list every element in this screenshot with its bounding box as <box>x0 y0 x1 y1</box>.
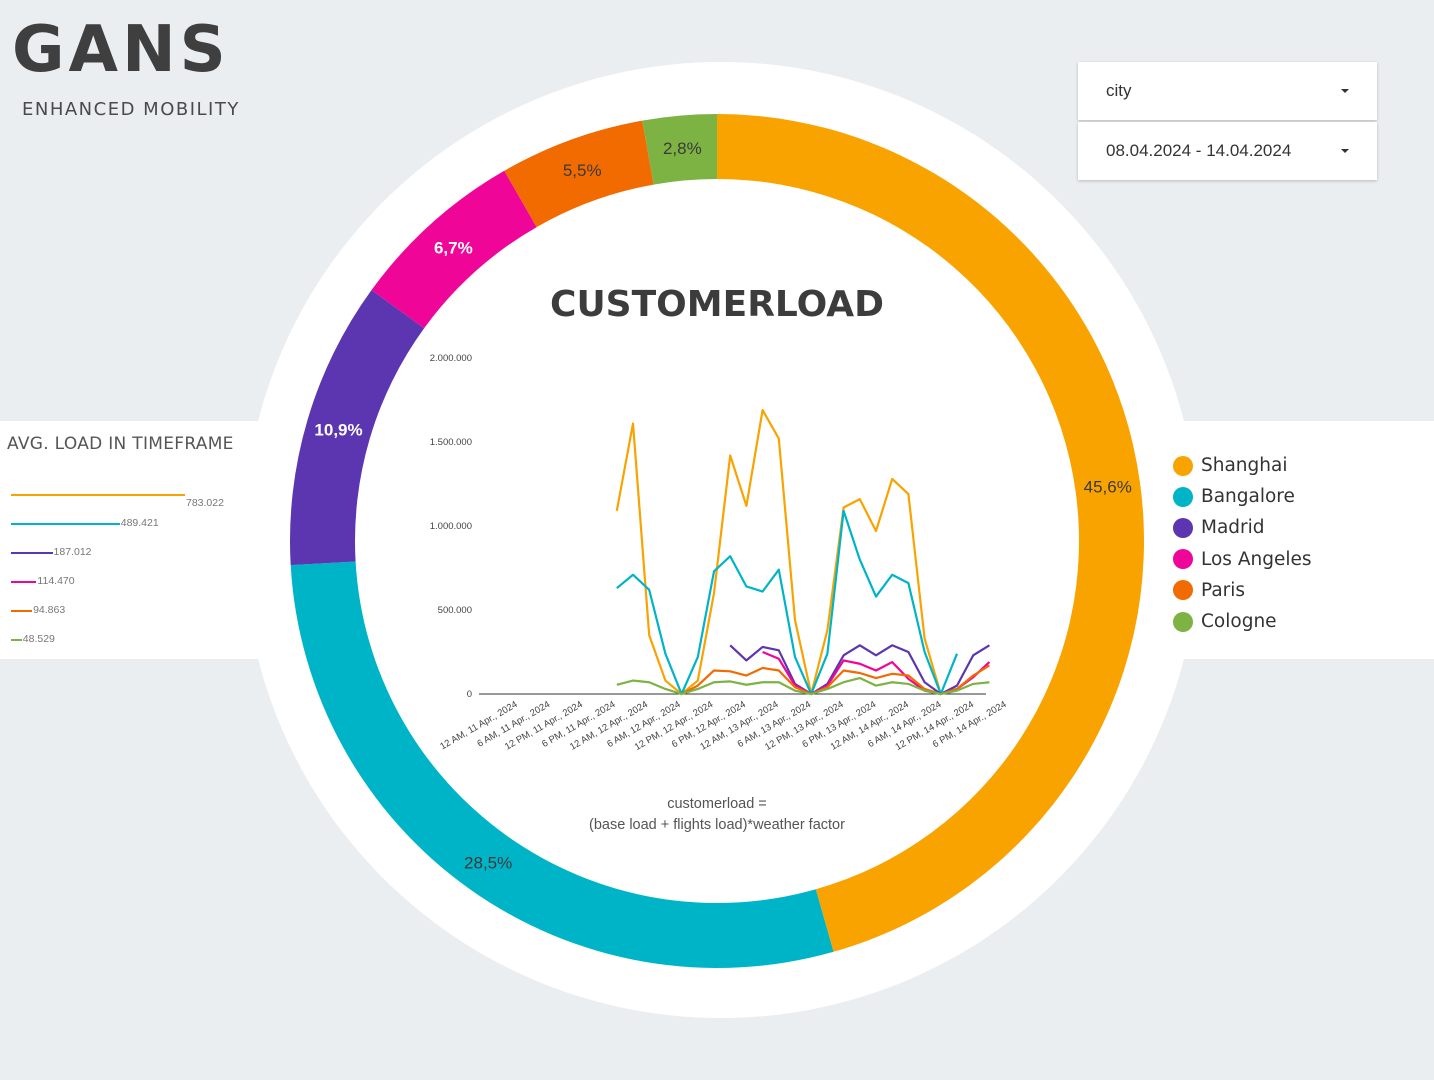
y-tick-label: 500.000 <box>438 605 472 616</box>
formula-line-2: (base load + flights load)*weather facto… <box>589 817 845 833</box>
y-tick-label: 1.500.000 <box>430 437 472 448</box>
legend-dot-icon <box>1173 517 1193 538</box>
city-legend: Shanghai Bangalore Madrid Los Angeles Paris C… <box>1173 450 1312 637</box>
legend-label: Paris <box>1201 579 1246 601</box>
legend-label: Shanghai <box>1201 455 1288 477</box>
legend-item-cologne[interactable]: Cologne <box>1173 606 1312 637</box>
y-tick-label: 2.000.000 <box>430 353 472 364</box>
legend-item-madrid[interactable]: Madrid <box>1173 512 1312 543</box>
legend-dot-icon <box>1173 486 1193 507</box>
y-tick-label: 1.000.000 <box>430 521 472 532</box>
legend-item-shanghai[interactable]: Shanghai <box>1173 450 1312 481</box>
legend-label: Cologne <box>1201 611 1277 633</box>
formula-note: customerload = (base load + flights load… <box>517 794 917 836</box>
y-tick-label: 0 <box>467 689 472 700</box>
legend-dot-icon <box>1173 580 1193 601</box>
legend-dot-icon <box>1173 611 1193 632</box>
legend-dot-icon <box>1173 549 1193 570</box>
legend-label: Los Angeles <box>1201 548 1312 570</box>
legend-label: Madrid <box>1201 517 1265 539</box>
legend-label: Bangalore <box>1201 486 1295 508</box>
formula-line-1: customerload = <box>667 796 767 812</box>
legend-item-los-angeles[interactable]: Los Angeles <box>1173 544 1312 575</box>
legend-item-bangalore[interactable]: Bangalore <box>1173 481 1312 512</box>
legend-item-paris[interactable]: Paris <box>1173 575 1312 606</box>
legend-dot-icon <box>1173 455 1193 476</box>
